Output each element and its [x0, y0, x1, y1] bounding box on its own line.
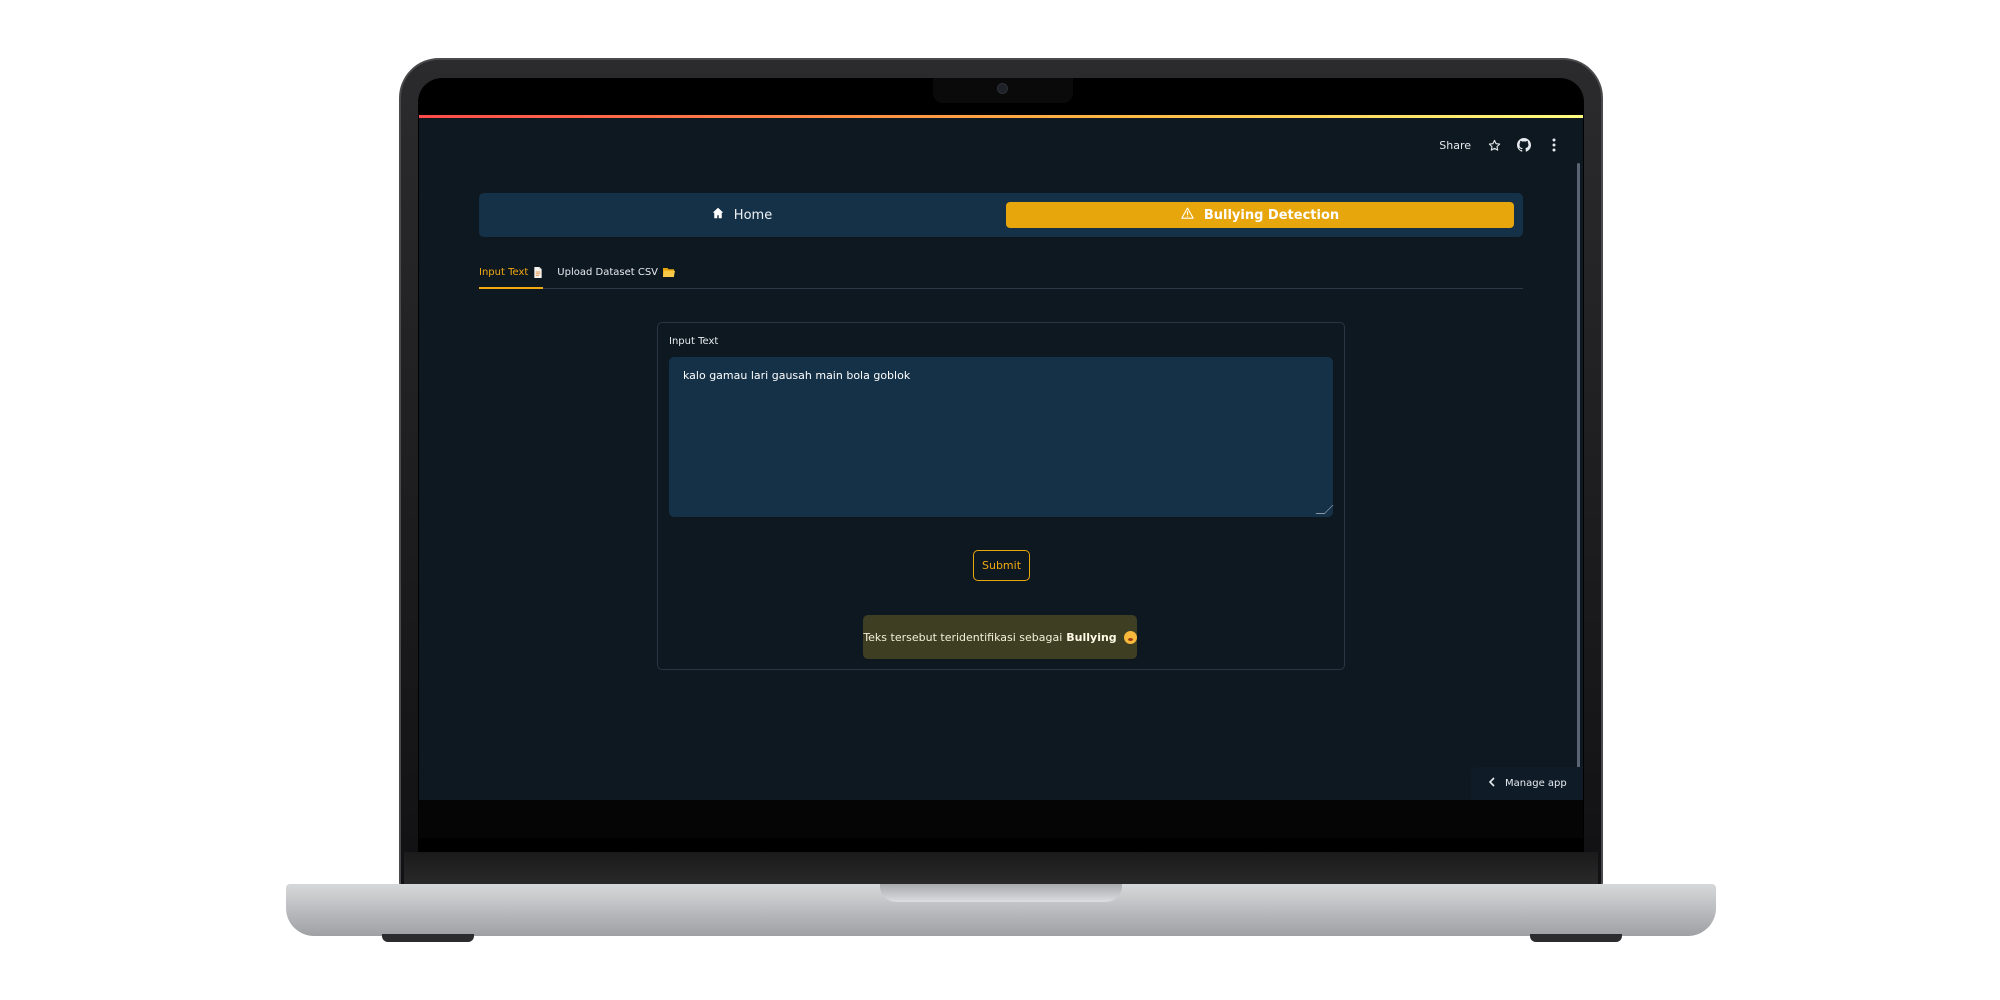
github-icon[interactable] [1517, 138, 1531, 152]
top-toolbar: Share [1439, 133, 1561, 157]
tab-label: Input Text [479, 267, 529, 278]
chevron-left-icon [1488, 777, 1495, 790]
tab-bar: Input Text Upload Dataset CSV [479, 263, 1523, 289]
app-screen: Share Home Bullying Detection Input Text… [419, 115, 1583, 800]
result-label: Bullying [1066, 630, 1117, 644]
more-vertical-icon[interactable] [1547, 138, 1561, 152]
folder-emoji-icon [663, 267, 676, 289]
input-text-area[interactable]: kalo gamau lari gausah main bola goblok [669, 357, 1333, 517]
result-text: Teks tersebut teridentifikasi sebagai [863, 630, 1063, 644]
screen-bottom-strip [419, 800, 1583, 838]
laptop-foot-right [1530, 934, 1622, 942]
scrollbar[interactable] [1577, 163, 1580, 768]
warning-icon [1181, 207, 1194, 223]
result-alert: Teks tersebut teridentifikasi sebagai Bu… [863, 615, 1137, 659]
header-decoration [419, 115, 1583, 118]
laptop-foot-left [382, 934, 474, 942]
tab-input-text[interactable]: Input Text [479, 263, 544, 289]
laptop-hinge [404, 852, 1598, 886]
submit-button[interactable]: Submit [973, 550, 1030, 581]
option-menu: Home Bullying Detection [479, 193, 1523, 237]
input-form: Input Text kalo gamau lari gausah main b… [657, 322, 1345, 670]
nav-item-home[interactable]: Home [488, 202, 996, 228]
manage-app-label: Manage app [1505, 778, 1567, 789]
page-emoji-icon [533, 267, 543, 287]
star-icon[interactable] [1487, 138, 1501, 152]
nav-item-label: Bullying Detection [1203, 207, 1340, 223]
laptop-base-opening [880, 884, 1122, 902]
frowning-face-icon [1123, 630, 1137, 644]
tab-upload-dataset-csv[interactable]: Upload Dataset CSV [557, 263, 676, 289]
nav-item-label: Home [733, 207, 773, 223]
tab-label: Upload Dataset CSV [557, 267, 659, 278]
share-button[interactable]: Share [1439, 139, 1471, 152]
manage-app-button[interactable]: Manage app [1471, 767, 1583, 800]
camera-icon [997, 83, 1008, 94]
input-text-label: Input Text [669, 336, 719, 347]
nav-item-bullying-detection[interactable]: Bullying Detection [1006, 202, 1514, 228]
home-icon [712, 207, 724, 223]
